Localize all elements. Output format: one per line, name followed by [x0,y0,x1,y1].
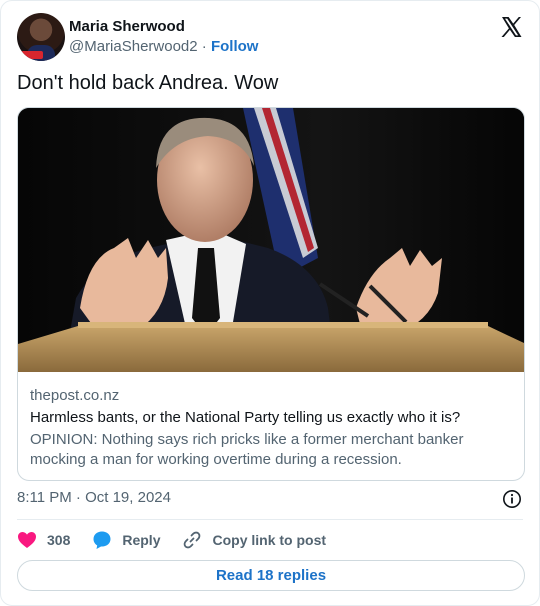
link-preview-card[interactable]: thepost.co.nz Harmless bants, or the Nat… [17,107,525,481]
like-count: 308 [47,532,71,548]
action-bar: 308 Reply Copy link to post [17,529,348,551]
tweet-timestamp[interactable]: 8:11 PM · Oct 19, 2024 [17,488,171,508]
copy-link-label: Copy link to post [212,532,327,548]
avatar[interactable] [17,13,65,61]
info-icon[interactable] [502,489,522,509]
heart-icon [18,532,36,548]
link-icon [184,531,201,549]
link-domain: thepost.co.nz [30,387,120,404]
tweet-header: Maria Sherwood @MariaSherwood2 · Follow [17,13,523,61]
copy-link-button[interactable]: Copy link to post [182,530,326,550]
read-replies-button[interactable]: Read 18 replies [17,560,525,591]
reply-label: Reply [122,532,161,548]
tweet-text: Don't hold back Andrea. Wow [17,72,279,94]
link-preview-meta: thepost.co.nz Harmless bants, or the Nat… [30,386,512,470]
author-display-name[interactable]: Maria Sherwood [69,17,258,37]
avatar-badge [21,51,43,59]
follow-link[interactable]: Follow [211,38,259,55]
author-handle-row: @MariaSherwood2 · Follow [69,37,258,57]
x-logo-icon[interactable] [499,15,523,39]
link-title[interactable]: Harmless bants, or the National Party te… [30,408,512,428]
link-preview-image [18,108,524,372]
link-description: OPINION: Nothing says rich pricks like a… [30,431,464,468]
divider [17,519,523,520]
press-conference-photo [18,108,524,372]
handle-separator: · [201,38,207,55]
author-handle[interactable]: @MariaSherwood2 [69,38,198,55]
reply-button[interactable]: Reply [92,530,160,550]
author-names: Maria Sherwood @MariaSherwood2 · Follow [69,17,258,57]
tweet-embed-card: Maria Sherwood @MariaSherwood2 · Follow … [0,0,540,606]
like-button[interactable]: 308 [17,531,70,549]
reply-bubble-icon [93,531,111,549]
